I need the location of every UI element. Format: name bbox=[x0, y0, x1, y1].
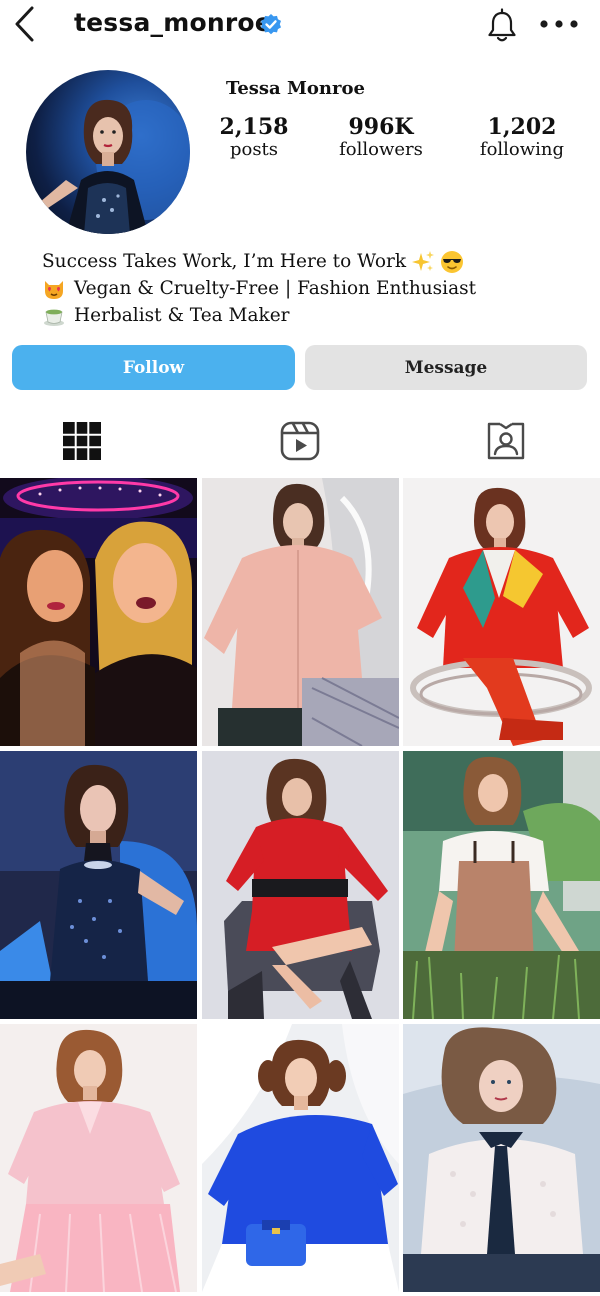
tab-posts-grid[interactable] bbox=[42, 418, 122, 464]
post-tile-4[interactable] bbox=[0, 751, 197, 1019]
post-tile-3[interactable] bbox=[403, 478, 600, 746]
grid-icon bbox=[63, 422, 101, 460]
post-image-1 bbox=[0, 478, 197, 746]
post-image-7 bbox=[0, 1024, 197, 1292]
profile-bio: Success Takes Work, I’m Here to Work Veg… bbox=[42, 248, 476, 329]
post-tile-6[interactable] bbox=[403, 751, 600, 1019]
post-image-2 bbox=[202, 478, 399, 746]
post-image-3 bbox=[403, 478, 600, 746]
bio-line-1-text: Success Takes Work, I’m Here to Work bbox=[42, 251, 407, 272]
following-count-value: 1,202 bbox=[487, 114, 557, 140]
bio-line-3-text: Herbalist & Tea Maker bbox=[74, 305, 290, 326]
post-image-4 bbox=[0, 751, 197, 1019]
post-tile-7[interactable] bbox=[0, 1024, 197, 1292]
profile-display-name: Tessa Monroe bbox=[226, 78, 365, 99]
back-arrow-icon[interactable] bbox=[12, 4, 38, 44]
top-bar: tessa_monroe bbox=[0, 0, 600, 56]
message-button[interactable]: Message bbox=[305, 345, 587, 390]
followers-count[interactable]: 996K followers bbox=[330, 114, 432, 160]
post-tile-2[interactable] bbox=[202, 478, 399, 746]
bio-line-2: Vegan & Cruelty-Free | Fashion Enthusias… bbox=[42, 275, 476, 302]
heart-eyes-cat-emoji-icon bbox=[45, 280, 63, 299]
post-image-5 bbox=[202, 751, 399, 1019]
profile-avatar[interactable] bbox=[26, 70, 190, 234]
post-image-6 bbox=[403, 751, 600, 1019]
followers-count-label: followers bbox=[339, 139, 423, 160]
tagged-user-icon bbox=[487, 422, 525, 460]
following-count[interactable]: 1,202 following bbox=[470, 114, 574, 160]
post-tile-9[interactable] bbox=[403, 1024, 600, 1292]
post-image-8 bbox=[202, 1024, 399, 1292]
post-tile-1[interactable] bbox=[0, 478, 197, 746]
bio-line-3: Herbalist & Tea Maker bbox=[42, 302, 476, 329]
posts-count-label: posts bbox=[229, 139, 279, 160]
follow-button[interactable]: Follow bbox=[12, 345, 295, 390]
tab-reels[interactable] bbox=[260, 418, 340, 464]
verified-badge-icon bbox=[261, 14, 281, 35]
tab-tagged[interactable] bbox=[466, 418, 546, 464]
following-count-label: following bbox=[479, 139, 565, 160]
avatar-photo bbox=[40, 99, 190, 234]
more-options-icon[interactable] bbox=[538, 12, 580, 36]
post-tile-5[interactable] bbox=[202, 751, 399, 1019]
profile-username: tessa_monroe bbox=[74, 8, 272, 37]
sunglasses-face-emoji-icon bbox=[441, 250, 464, 273]
post-image-9 bbox=[403, 1024, 600, 1292]
sparkles-emoji-icon bbox=[412, 250, 435, 271]
posts-count[interactable]: 2,158 posts bbox=[212, 114, 296, 160]
followers-count-value: 996K bbox=[348, 114, 414, 140]
bio-line-1: Success Takes Work, I’m Here to Work bbox=[42, 248, 476, 275]
bio-line-2-text: Vegan & Cruelty-Free | Fashion Enthusias… bbox=[74, 278, 477, 299]
reels-icon bbox=[280, 421, 320, 461]
tea-emoji-icon bbox=[44, 309, 64, 326]
bell-icon[interactable] bbox=[486, 8, 518, 44]
posts-count-value: 2,158 bbox=[219, 114, 289, 140]
post-tile-8[interactable] bbox=[202, 1024, 399, 1292]
